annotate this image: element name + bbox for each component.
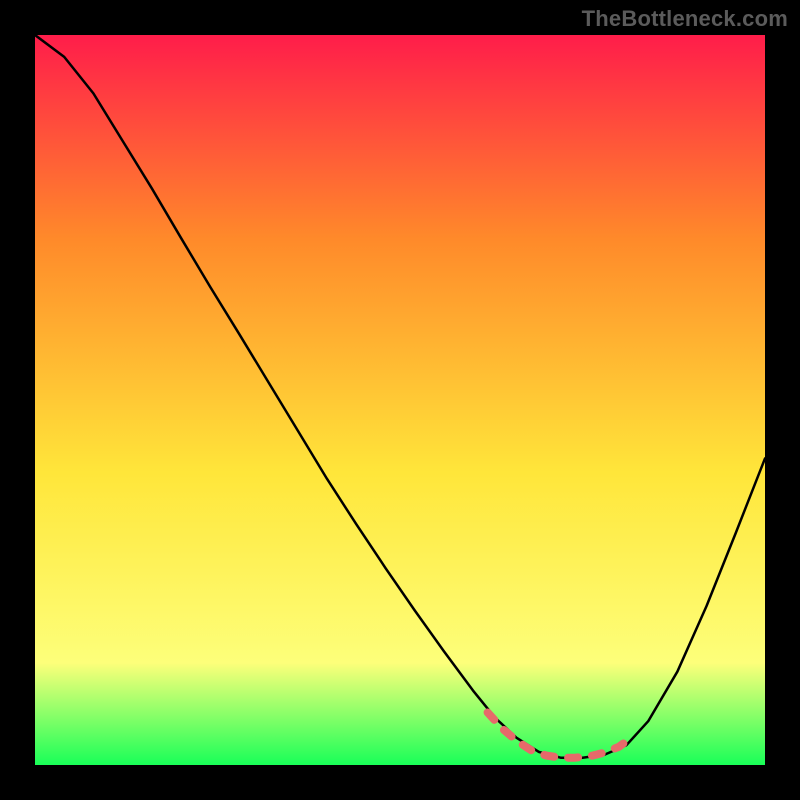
- chart-frame: TheBottleneck.com: [0, 0, 800, 800]
- chart-svg: [35, 35, 765, 765]
- plot-area: [35, 35, 765, 765]
- watermark-text: TheBottleneck.com: [582, 6, 788, 32]
- chart-background: [35, 35, 765, 765]
